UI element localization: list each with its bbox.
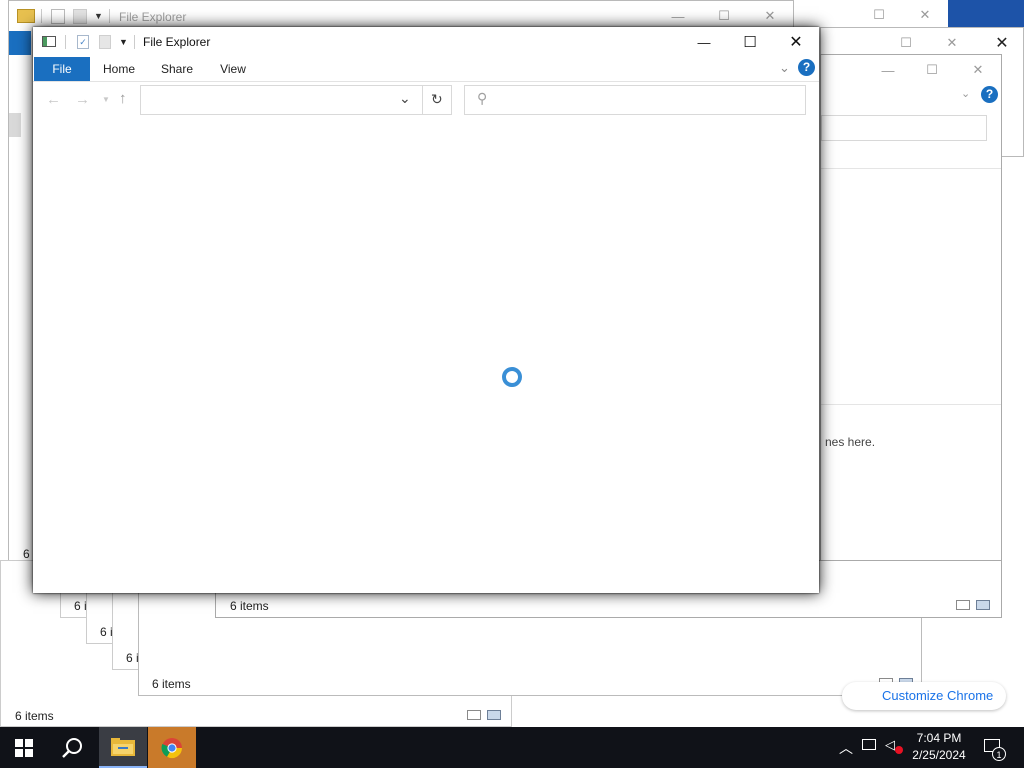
volume-muted-icon[interactable]: ◁ xyxy=(885,737,895,753)
large-icons-view-icon[interactable] xyxy=(976,600,990,610)
search-box[interactable] xyxy=(821,115,987,141)
divider xyxy=(422,86,423,114)
customize-chrome-label: Customize Chrome xyxy=(882,688,994,703)
divider xyxy=(65,35,66,49)
tab-view[interactable]: View xyxy=(213,57,253,81)
view-switcher[interactable] xyxy=(956,600,990,610)
address-dropdown-icon[interactable]: ⌄ xyxy=(399,90,411,107)
window-icon xyxy=(42,36,56,47)
tab-home[interactable]: Home xyxy=(97,57,141,81)
search-button[interactable] xyxy=(48,727,96,768)
ribbon-tabs xyxy=(33,57,819,82)
divider xyxy=(134,35,135,49)
properties-icon xyxy=(51,9,65,24)
folder-icon xyxy=(17,9,35,23)
help-icon[interactable]: ? xyxy=(798,59,815,76)
tab-file[interactable]: File xyxy=(34,57,90,81)
content-pane[interactable] xyxy=(33,119,819,593)
taskbar-google-chrome[interactable] xyxy=(148,727,196,768)
folder-icon xyxy=(111,737,135,756)
taskbar-file-explorer[interactable] xyxy=(99,727,147,768)
properties-icon[interactable]: ✓ xyxy=(77,35,89,49)
customize-chrome-button[interactable]: Customize Chrome xyxy=(842,682,1006,710)
close-button[interactable]: ✕ xyxy=(955,55,1001,85)
status-text: 6 i xyxy=(126,651,139,665)
maximize-button[interactable]: ☐ xyxy=(909,55,955,85)
status-text: 6 items xyxy=(15,709,54,723)
clock-time: 7:04 PM xyxy=(916,731,962,745)
file-explorer-window[interactable]: ✓ ▼ File Explorer — ☐ ✕ File Home Share … xyxy=(33,27,819,593)
details-view-icon[interactable] xyxy=(467,710,481,720)
close-button[interactable]: ✕ xyxy=(773,27,819,57)
divider xyxy=(821,168,1001,169)
help-icon[interactable]: ? xyxy=(981,86,998,103)
file-tab[interactable] xyxy=(9,31,31,55)
address-bar[interactable]: ⌄ ↻ xyxy=(140,85,452,115)
status-text: 6 xyxy=(23,547,30,561)
customize-quick-access-icon[interactable]: ▼ xyxy=(119,37,128,47)
maximize-button[interactable]: ☐ xyxy=(856,0,902,30)
title-bar[interactable]: ✓ ▼ File Explorer — ☐ ✕ xyxy=(33,27,819,57)
up-arrow-icon[interactable]: ↑ xyxy=(119,90,127,107)
clock-date: 2/25/2024 xyxy=(912,748,966,762)
status-text: 6 items xyxy=(230,599,269,613)
details-view-icon[interactable] xyxy=(956,600,970,610)
windows-logo-icon xyxy=(15,738,33,757)
taskbar: ︿ ◁ 7:04 PM 2/25/2024 1 xyxy=(0,727,1024,768)
large-icons-view-icon[interactable] xyxy=(487,710,501,720)
new-folder-icon xyxy=(73,9,87,24)
background-window-2[interactable]: ☐ ✕ xyxy=(820,0,950,30)
window-title: File Explorer xyxy=(119,10,187,24)
divider xyxy=(821,404,1001,405)
forward-arrow-icon[interactable]: → xyxy=(75,91,90,108)
maximize-button[interactable]: ☐ xyxy=(727,27,773,57)
background-window-right[interactable]: — ☐ ✕ ⌄ ? nes here. xyxy=(820,54,1002,618)
status-text: 6 items xyxy=(152,677,191,691)
close-button[interactable]: ✕ xyxy=(902,0,948,30)
window-title: File Explorer xyxy=(143,35,211,49)
chrome-icon xyxy=(161,737,183,758)
notification-badge: 1 xyxy=(992,747,1006,761)
back-arrow-icon[interactable]: ← xyxy=(46,91,61,108)
refresh-icon[interactable]: ↻ xyxy=(431,91,443,108)
desktop-background xyxy=(948,0,1024,30)
divider xyxy=(41,9,42,23)
navigation-pane-selection xyxy=(9,113,21,137)
chevron-down-icon[interactable]: ▼ xyxy=(94,11,103,21)
empty-folder-message: nes here. xyxy=(825,435,876,449)
tab-share[interactable]: Share xyxy=(155,57,199,81)
action-center-button[interactable]: 1 xyxy=(980,727,1024,768)
recent-locations-icon[interactable]: ▼ xyxy=(102,95,110,104)
expand-ribbon-icon[interactable]: ⌄ xyxy=(779,60,790,76)
search-icon: ⚲ xyxy=(477,90,488,106)
chevron-down-icon[interactable]: ⌄ xyxy=(961,87,970,100)
search-icon xyxy=(62,737,82,758)
search-box[interactable]: ⚲ xyxy=(464,85,806,115)
clock[interactable]: 7:04 PM 2/25/2024 xyxy=(904,730,974,766)
divider xyxy=(109,9,110,23)
start-button[interactable] xyxy=(0,727,48,768)
status-text: 6 i xyxy=(100,625,113,639)
loading-spinner-icon xyxy=(502,367,522,387)
minimize-button[interactable]: — xyxy=(865,55,911,85)
network-icon[interactable] xyxy=(862,739,876,750)
view-switcher[interactable] xyxy=(467,710,501,720)
show-hidden-icons-icon[interactable]: ︿ xyxy=(839,738,853,758)
volume-muted-badge xyxy=(895,746,903,754)
minimize-button[interactable]: — xyxy=(681,27,727,57)
new-folder-icon[interactable] xyxy=(99,35,111,49)
